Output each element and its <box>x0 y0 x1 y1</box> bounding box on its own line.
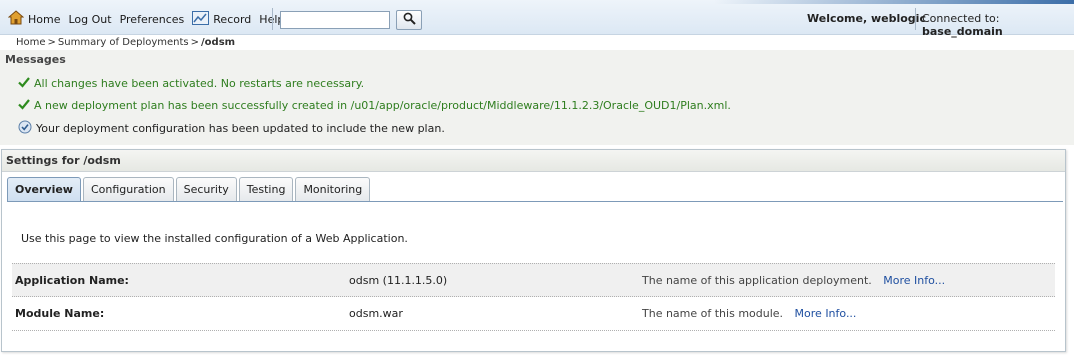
record-link-label: Record <box>213 12 252 26</box>
breadcrumb-separator: > <box>190 37 200 48</box>
logout-link[interactable]: Log Out <box>68 13 111 26</box>
table-row: Application Name: odsm (11.1.1.5.0) The … <box>12 263 1055 297</box>
messages-title: Messages <box>5 53 66 66</box>
message-text: All changes have been activated. No rest… <box>34 77 365 90</box>
tab-underline <box>7 201 1063 202</box>
tab-testing[interactable]: Testing <box>238 177 294 201</box>
breadcrumb-separator: > <box>47 37 56 48</box>
message-text: A new deployment plan has been successfu… <box>34 99 731 112</box>
top-toolbar: Home Log Out Preferences Record Help <box>0 0 1074 38</box>
field-label: Module Name: <box>15 307 105 320</box>
header-accent-stripe <box>714 0 1074 4</box>
search-icon <box>403 12 416 28</box>
messages-panel: Messages All changes have been activated… <box>0 50 1074 145</box>
message-item: Your deployment configuration has been u… <box>18 120 445 137</box>
record-link[interactable]: Record <box>192 10 252 28</box>
main-nav: Home Log Out Preferences Record Help <box>7 10 292 28</box>
settings-tabs: Overview Configuration Security Testing … <box>7 177 372 201</box>
home-link[interactable]: Home <box>7 10 61 28</box>
search-button[interactable] <box>396 10 422 30</box>
field-note: The name of this module. More Info... <box>642 307 856 320</box>
field-value: odsm (11.1.1.5.0) <box>349 273 448 287</box>
settings-title: Settings for /odsm <box>2 150 1065 172</box>
tab-security[interactable]: Security <box>175 177 237 201</box>
more-info-link[interactable]: More Info... <box>883 274 945 287</box>
tab-monitoring[interactable]: Monitoring <box>295 177 371 201</box>
welcome-text: Welcome, weblogic <box>807 12 926 25</box>
field-value: odsm.war <box>349 307 403 320</box>
page-description: Use this page to view the installed conf… <box>21 232 408 245</box>
search-input[interactable] <box>280 11 390 29</box>
table-row: Module Name: odsm.war The name of this m… <box>12 297 1055 331</box>
preferences-link-label: Preferences <box>119 12 185 26</box>
header-divider <box>915 8 916 30</box>
info-icon <box>18 120 32 137</box>
tab-configuration[interactable]: Configuration <box>82 177 174 201</box>
preferences-link[interactable]: Preferences <box>120 13 185 26</box>
breadcrumb-current: /odsm <box>201 37 236 48</box>
logout-link-label: Log Out <box>68 12 112 26</box>
field-note-text: The name of this module. <box>642 307 784 320</box>
record-icon <box>192 10 210 28</box>
breadcrumb-summary[interactable]: Summary of Deployments <box>58 37 189 48</box>
checkmark-icon <box>18 76 30 91</box>
field-note: The name of this application deployment.… <box>642 274 945 287</box>
connection-status: Connected to: base_domain <box>922 12 1074 38</box>
message-text: Your deployment configuration has been u… <box>36 122 445 135</box>
home-link-label: Home <box>28 12 61 26</box>
toolbar-divider <box>272 8 273 30</box>
message-item: A new deployment plan has been successfu… <box>18 98 731 113</box>
home-icon <box>7 10 25 28</box>
breadcrumb: Home > Summary of Deployments > /odsm <box>16 37 235 48</box>
checkmark-icon <box>18 98 30 113</box>
settings-panel: Settings for /odsm Overview Configuratio… <box>1 149 1066 352</box>
connected-label: Connected to: <box>922 12 1000 25</box>
domain-name: base_domain <box>922 25 1003 38</box>
more-info-link[interactable]: More Info... <box>795 307 857 320</box>
field-note-text: The name of this application deployment. <box>642 273 872 287</box>
breadcrumb-home[interactable]: Home <box>16 37 46 48</box>
message-item: All changes have been activated. No rest… <box>18 76 364 91</box>
tab-overview[interactable]: Overview <box>7 177 81 201</box>
field-label: Application Name: <box>15 273 129 287</box>
